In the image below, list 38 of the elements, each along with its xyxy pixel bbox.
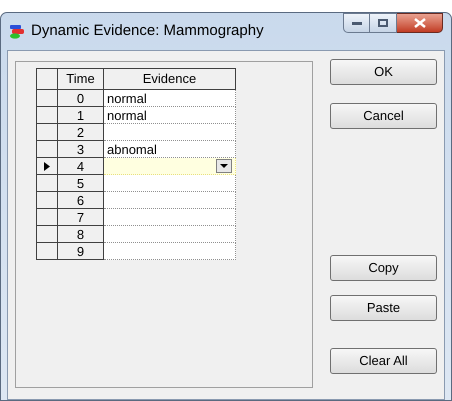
table-cell: 9 <box>58 242 104 260</box>
dialog-button[interactable]: Paste <box>330 295 437 321</box>
row-header[interactable] <box>36 158 58 174</box>
row-header[interactable] <box>36 208 58 226</box>
row-header[interactable] <box>36 192 58 208</box>
row-header[interactable] <box>36 242 58 260</box>
app-logo-icon <box>9 24 25 38</box>
table-cell: 4 <box>58 158 104 174</box>
table-cell: 8 <box>58 226 104 242</box>
current-row-icon <box>44 162 50 170</box>
dialog-button[interactable]: Cancel <box>330 103 437 129</box>
column-header: Time <box>58 68 104 90</box>
table-cell: 6 <box>58 192 104 208</box>
dialog-button[interactable]: Copy <box>330 255 437 281</box>
minimize-button[interactable] <box>343 13 370 33</box>
row-header[interactable] <box>36 124 58 140</box>
row-header[interactable] <box>36 174 58 192</box>
table-cell: 3 <box>58 140 104 158</box>
row-header[interactable] <box>36 226 58 242</box>
column-header: Evidence <box>104 68 236 90</box>
dialog-button[interactable]: Clear All <box>330 348 437 374</box>
maximize-button[interactable] <box>370 13 397 33</box>
row-header[interactable] <box>36 90 58 106</box>
dropdown-field[interactable] <box>104 158 236 174</box>
table-cell: 5 <box>58 174 104 192</box>
close-button[interactable] <box>397 13 443 33</box>
table-cell: normal <box>104 106 236 124</box>
row-header[interactable] <box>36 140 58 158</box>
table-cell: normal <box>104 90 236 106</box>
close-icon <box>414 18 426 28</box>
table-cell: 2 <box>58 124 104 140</box>
dialog-button[interactable]: OK <box>330 59 437 85</box>
table-cell: abnomal <box>104 140 236 158</box>
table-cell: 7 <box>58 208 104 226</box>
table-cell: 0 <box>58 90 104 106</box>
window-title: Dynamic Evidence: Mammography <box>31 21 264 42</box>
row-header[interactable] <box>36 106 58 124</box>
table-cell: 1 <box>58 106 104 124</box>
